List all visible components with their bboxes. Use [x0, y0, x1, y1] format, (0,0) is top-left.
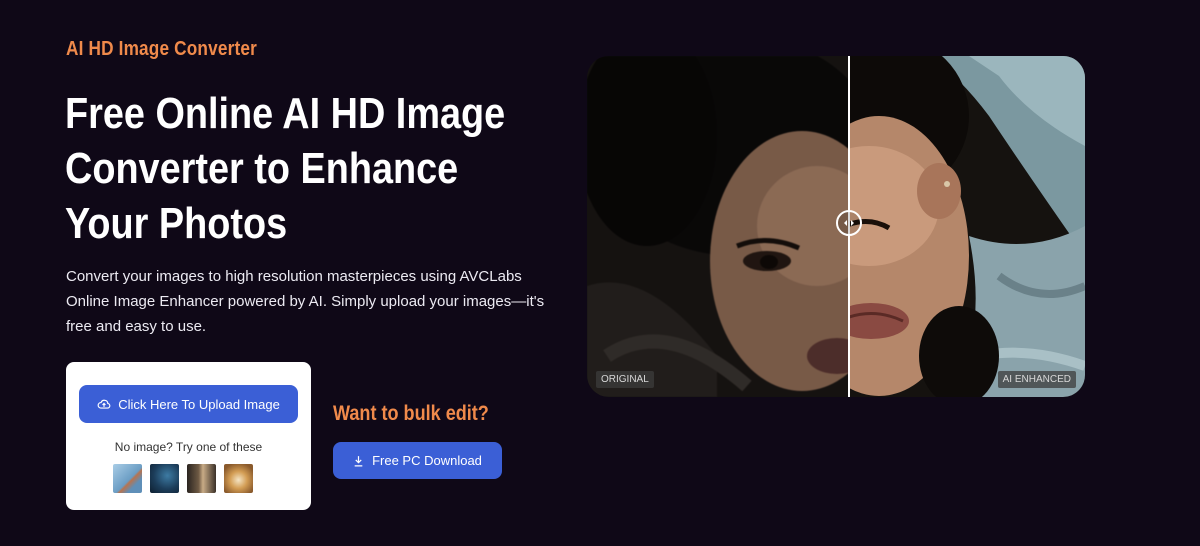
- hero-description: Convert your images to high resolution m…: [66, 268, 545, 335]
- free-pc-download-button[interactable]: Free PC Download: [333, 442, 502, 479]
- pc-download-label: Free PC Download: [372, 453, 482, 468]
- bulk-edit-heading: Want to bulk edit?: [333, 402, 489, 425]
- ai-enhanced-label: AI ENHANCED: [997, 371, 1076, 388]
- enhanced-photo: [849, 56, 1085, 397]
- original-photo: [587, 56, 849, 397]
- upload-button-label: Click Here To Upload Image: [118, 396, 280, 412]
- sample-image-food[interactable]: [224, 464, 253, 493]
- sample-image-portrait[interactable]: [187, 464, 216, 493]
- sample-image-ocean[interactable]: [150, 464, 179, 493]
- sample-images: [113, 464, 253, 493]
- upload-card: Click Here To Upload Image No image? Try…: [66, 362, 311, 510]
- download-icon: [354, 455, 363, 467]
- sample-prompt-text: No image? Try one of these: [114, 440, 263, 454]
- page-title: Free Online AI HD Image Converter to Enh…: [65, 89, 506, 248]
- before-after-comparison[interactable]: ORIGINAL AI ENHANCED: [587, 56, 1085, 397]
- eyebrow-label: AI HD Image Converter: [66, 38, 257, 60]
- upload-image-button[interactable]: Click Here To Upload Image: [79, 385, 298, 423]
- comparison-slider-handle[interactable]: [836, 210, 862, 236]
- drag-arrows-icon: [844, 220, 854, 226]
- cloud-upload-icon: [97, 399, 111, 409]
- sample-image-bird[interactable]: [113, 464, 142, 493]
- original-label: ORIGINAL: [596, 371, 654, 388]
